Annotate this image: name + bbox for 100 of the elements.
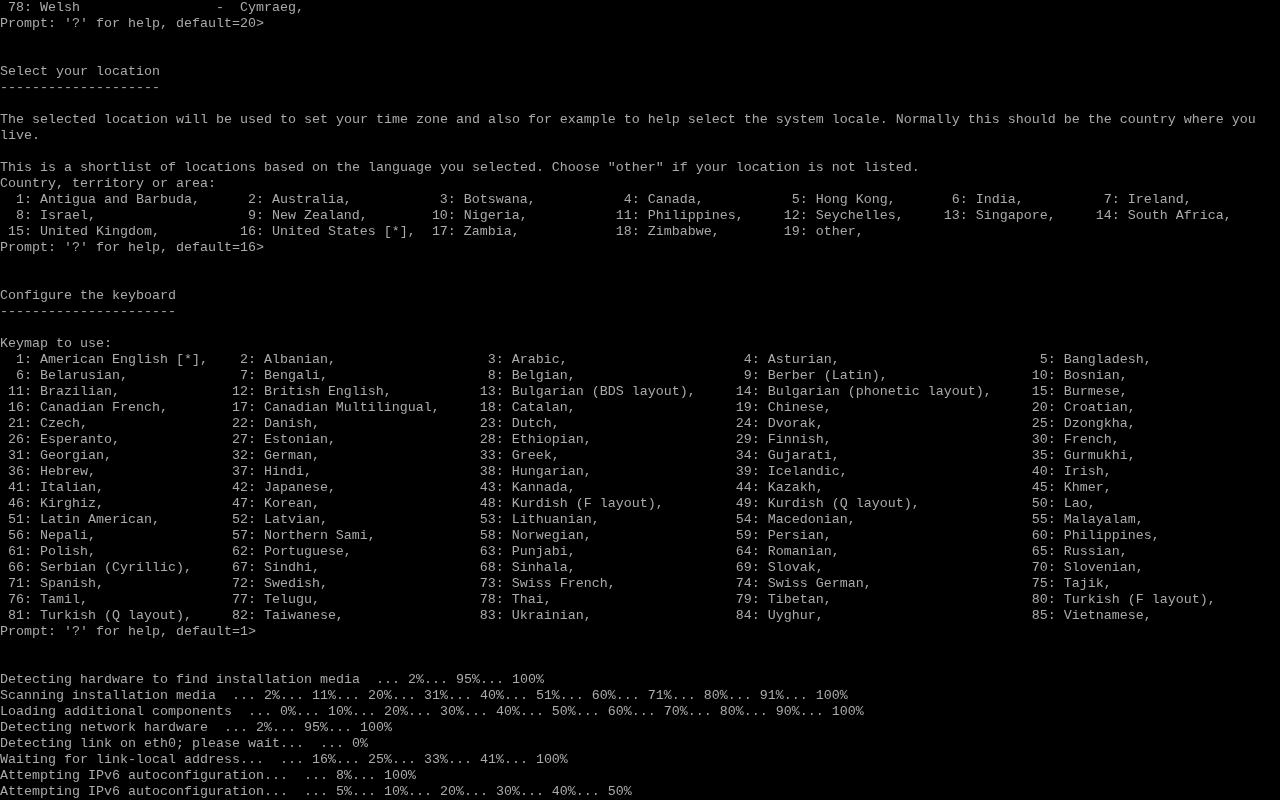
option-label: Italian,	[39, 480, 104, 496]
description-text: This is a shortlist of locations based on the language you selected. Choose "other" if your location is not listed.	[0, 160, 920, 175]
option-number: 27:	[231, 432, 256, 448]
section-title: Select your location	[0, 64, 160, 80]
option-label: Antigua and Barbuda,	[39, 192, 200, 208]
option-number: 10:	[431, 208, 456, 224]
option-number: 71:	[8, 576, 32, 592]
option-label: India,	[975, 192, 1024, 208]
option-number: 13:	[943, 208, 968, 224]
option-label: Catalan,	[511, 400, 576, 416]
option-label: Telugu,	[263, 592, 320, 608]
option-number: 81:	[8, 608, 32, 624]
option-number: 5:	[1038, 352, 1056, 368]
option-label: Gurmukhi,	[1063, 448, 1136, 464]
option-label: Ethiopian,	[511, 432, 592, 448]
option-label: Kirghiz,	[39, 496, 104, 512]
option-number: 46:	[8, 496, 32, 512]
option-label: Finnish,	[767, 432, 832, 448]
option-label: Latin American,	[39, 512, 160, 528]
option-label: Czech,	[39, 416, 88, 432]
option-number: 43:	[479, 480, 504, 496]
option-number: 73:	[479, 576, 504, 592]
option-label: Philippines,	[1063, 528, 1160, 544]
option-number: 65:	[1031, 544, 1056, 560]
option-number: 37:	[231, 464, 256, 480]
option-label: Uyghur,	[767, 608, 824, 624]
option-label: Slovak,	[767, 560, 824, 576]
option-label: South Africa,	[1127, 208, 1232, 224]
option-label: Kurdish (F layout),	[511, 496, 664, 512]
option-number: 70:	[1031, 560, 1056, 576]
option-number: 34:	[735, 448, 760, 464]
option-label: Gujarati,	[767, 448, 840, 464]
option-number: 2:	[238, 352, 256, 368]
description-text: The selected location will be used to set your time zone and also for example to help select the system locale. Normally this should be the country where you live.	[0, 112, 1257, 143]
option-label: Brazilian,	[39, 384, 120, 400]
option-number: 15:	[1031, 384, 1056, 400]
option-label: Seychelles,	[815, 208, 904, 224]
option-label: Russian,	[1063, 544, 1128, 560]
option-number: 8:	[14, 208, 32, 224]
option-number: 22:	[231, 416, 256, 432]
option-label: Bulgarian (phonetic layout),	[767, 384, 992, 400]
option-label: Portuguese,	[263, 544, 352, 560]
option-number: 16:	[239, 224, 264, 240]
option-label: Bosnian,	[1063, 368, 1128, 384]
log-line: Detecting link on eth0; please wait... ... 0%	[0, 736, 368, 752]
option-number: 11:	[615, 208, 640, 224]
option-label: Burmese,	[1063, 384, 1128, 400]
option-label: Nigeria,	[463, 208, 528, 224]
option-label: Nepali,	[39, 528, 96, 544]
option-label: Lithuanian,	[511, 512, 600, 528]
option-label: Romanian,	[767, 544, 840, 560]
option-number: 32:	[231, 448, 256, 464]
option-label: Dutch,	[511, 416, 560, 432]
question-label: Country, territory or area:	[0, 176, 216, 192]
option-label: Swiss German,	[767, 576, 872, 592]
option-label: Spanish,	[39, 576, 104, 592]
option-label: Philippines,	[647, 208, 744, 224]
option-label: Punjabi,	[511, 544, 576, 560]
option-label: Estonian,	[263, 432, 336, 448]
log-line: Attempting IPv6 autoconfiguration... ... 5%... 10%... 20%... 30%... 40%... 50%	[0, 784, 632, 800]
option-label: Bulgarian (BDS layout),	[511, 384, 696, 400]
option-label: Welsh	[39, 0, 81, 16]
option-number: 9:	[742, 368, 760, 384]
option-number: 16:	[8, 400, 32, 416]
option-label: Hebrew,	[39, 464, 96, 480]
option-number: 42:	[231, 480, 256, 496]
option-label: Albanian,	[263, 352, 336, 368]
option-label: Australia,	[271, 192, 352, 208]
option-number: 66:	[8, 560, 32, 576]
option-number: 8:	[486, 368, 504, 384]
option-number: 3:	[438, 192, 456, 208]
option-number: 33:	[479, 448, 504, 464]
option-number: 80:	[1031, 592, 1056, 608]
option-label: Bangladesh,	[1063, 352, 1152, 368]
option-number: 72:	[231, 576, 256, 592]
option-label: Zambia,	[463, 224, 520, 240]
option-number: 12:	[231, 384, 256, 400]
option-label: Korean,	[263, 496, 320, 512]
option-label: Israel,	[39, 208, 96, 224]
option-number: 62:	[231, 544, 256, 560]
option-label: United States [*],	[271, 224, 416, 240]
title-underline: ----------------------	[0, 304, 176, 320]
option-number: 5:	[790, 192, 808, 208]
option-label: French,	[1063, 432, 1120, 448]
option-number: 82:	[231, 608, 256, 624]
option-number: 58:	[479, 528, 504, 544]
option-number: 76:	[8, 592, 32, 608]
option-label: Arabic,	[511, 352, 568, 368]
option-label: Canada,	[647, 192, 704, 208]
option-label: Northern Sami,	[263, 528, 376, 544]
option-number: 14:	[735, 384, 760, 400]
option-label: Canadian French,	[39, 400, 168, 416]
option-number: 56:	[8, 528, 32, 544]
option-label: Turkish (F layout),	[1063, 592, 1216, 608]
option-number: 10:	[1031, 368, 1056, 384]
log-line: Detecting network hardware ... 2%... 95%... 100%	[0, 720, 392, 736]
option-label: Chinese,	[767, 400, 832, 416]
option-number: 60:	[1031, 528, 1056, 544]
option-number: 17:	[431, 224, 456, 240]
section-title: Configure the keyboard	[0, 288, 176, 304]
